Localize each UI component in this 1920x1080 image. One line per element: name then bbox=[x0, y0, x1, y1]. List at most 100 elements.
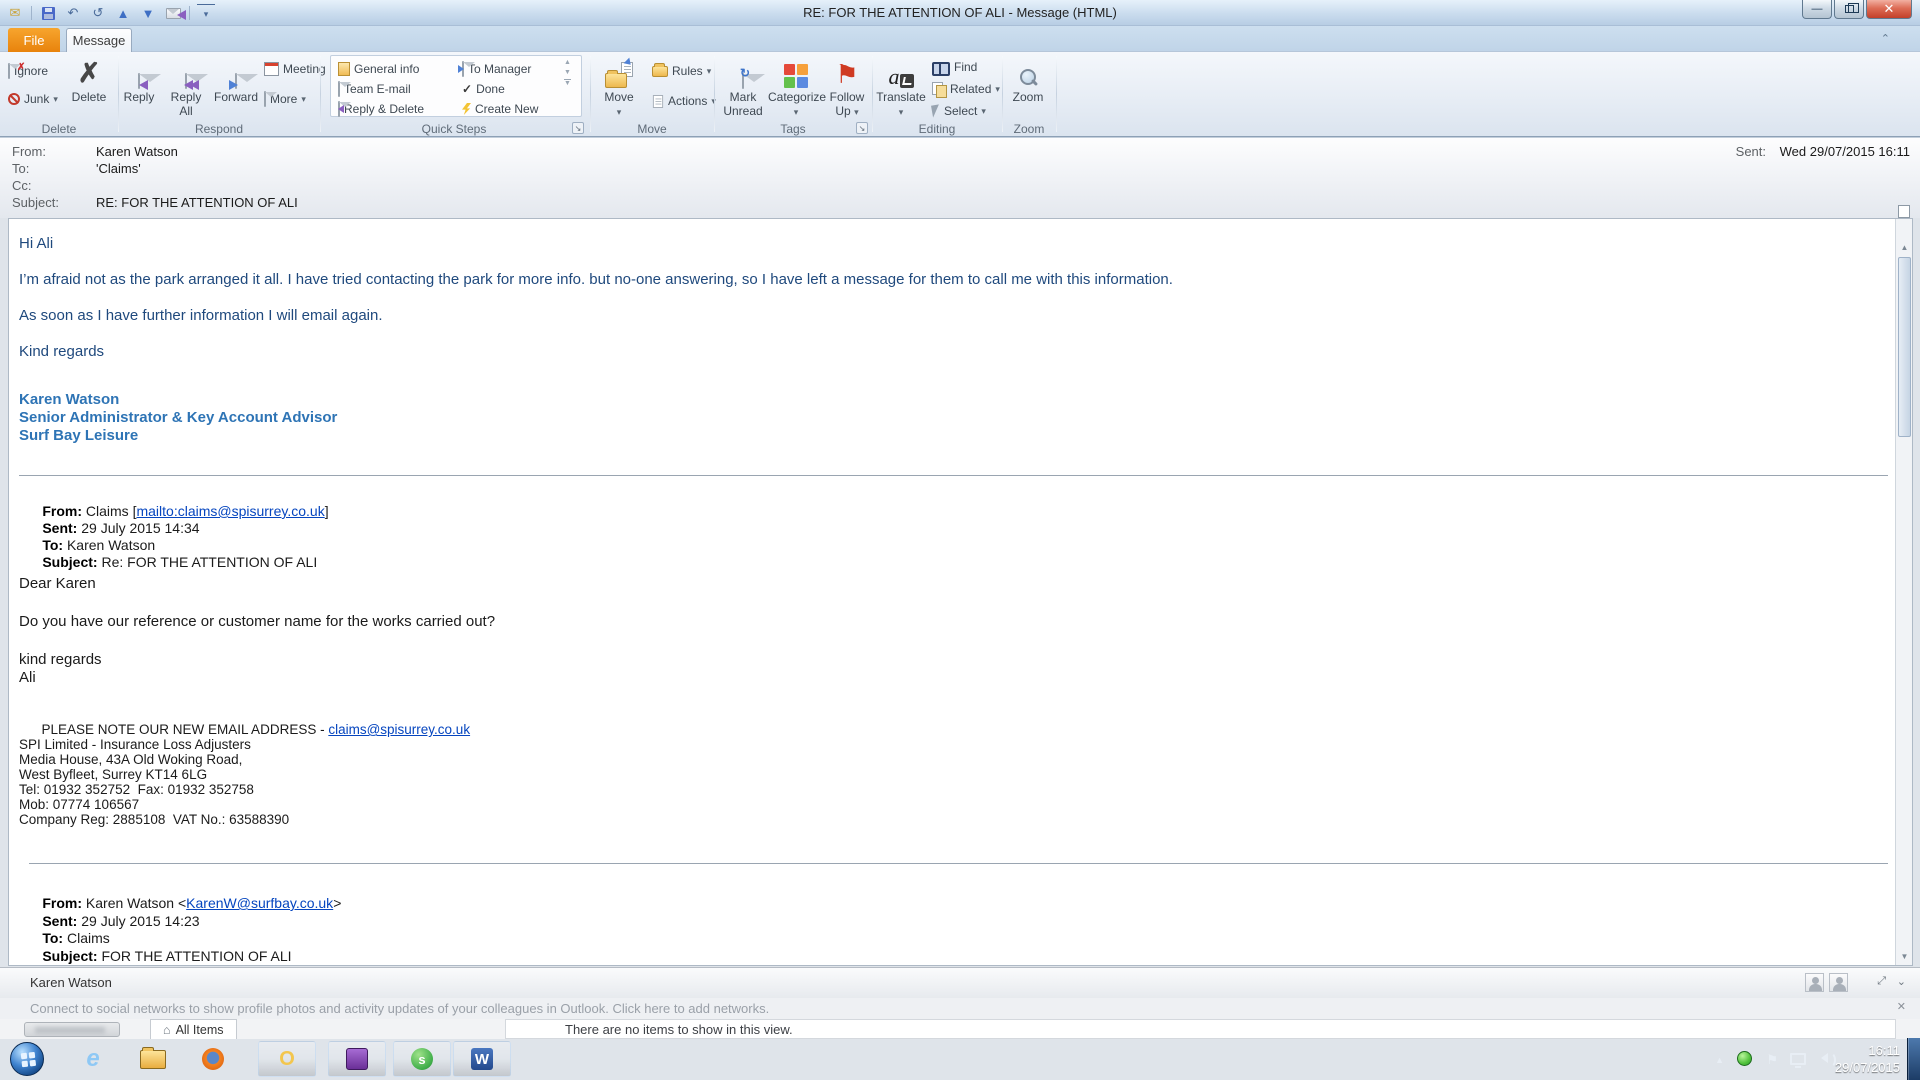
group-label-tags: Tags bbox=[714, 122, 872, 136]
company-line: Tel: 01932 352752 Fax: 01932 352758 bbox=[19, 782, 254, 797]
quoted-divider bbox=[29, 863, 1888, 864]
restore-button[interactable] bbox=[1834, 0, 1864, 19]
quick-steps-scroll[interactable]: ▲ ▼ ▼ bbox=[564, 59, 571, 87]
delete-button[interactable]: ✗ Delete bbox=[62, 54, 116, 120]
outlook-taskbar-button[interactable]: O bbox=[258, 1041, 316, 1077]
message-body: Hi Ali I’m afraid not as the park arrang… bbox=[8, 218, 1913, 966]
find-button[interactable]: Find bbox=[932, 58, 977, 76]
body-closing: Kind regards bbox=[19, 343, 104, 360]
avatar[interactable] bbox=[1805, 973, 1824, 992]
to-manager-icon bbox=[462, 62, 464, 76]
follow-up-button[interactable]: ⚑ FollowUp ▾ bbox=[824, 54, 870, 120]
title-bar: ✉ ↶ ↺ ▲ ▼ ▾ RE: FOR THE ATTENTION OF ALI… bbox=[0, 0, 1920, 26]
redacted-button[interactable] bbox=[24, 1022, 120, 1037]
from-value[interactable]: Karen Watson bbox=[96, 144, 178, 159]
avatar[interactable] bbox=[1829, 973, 1848, 992]
scroll-down-arrow-icon[interactable]: ▼ bbox=[1898, 952, 1911, 961]
explorer-folder-icon[interactable] bbox=[140, 1046, 166, 1072]
forward-icon bbox=[235, 74, 237, 88]
expand-pane-icon[interactable]: ⤢ bbox=[1877, 975, 1886, 988]
translate-button[interactable]: a Translate▾ bbox=[876, 54, 926, 120]
quick-step-reply-delete[interactable]: Reply & Delete bbox=[338, 100, 424, 118]
tray-overflow-icon[interactable]: ▲ bbox=[1715, 1055, 1724, 1065]
collapse-ribbon-icon[interactable]: ⌃ bbox=[1881, 32, 1890, 45]
minimize-button[interactable]: — bbox=[1802, 0, 1832, 19]
people-pane-header[interactable]: Karen Watson ⤢ ⌄ bbox=[0, 968, 1920, 998]
close-social-bar-icon[interactable]: ✕ bbox=[1897, 1000, 1906, 1013]
related-button[interactable]: Related▾ bbox=[932, 80, 1000, 98]
group-separator bbox=[872, 56, 873, 132]
more-icon bbox=[264, 92, 266, 106]
reply-button[interactable]: Reply bbox=[116, 54, 162, 120]
categorize-button[interactable]: Categorize▾ bbox=[768, 54, 824, 120]
meeting-button[interactable]: Meeting bbox=[264, 60, 326, 78]
scroll-more-icon[interactable]: ▼ bbox=[564, 79, 571, 87]
ignore-button[interactable]: ✗ Ignore bbox=[8, 62, 48, 80]
scrollbar-thumb[interactable] bbox=[1898, 257, 1911, 437]
quick-steps-dialog-launcher[interactable]: ↘ bbox=[572, 122, 584, 134]
start-button[interactable] bbox=[10, 1042, 44, 1076]
scroll-up-icon[interactable]: ▲ bbox=[564, 59, 571, 66]
actions-button[interactable]: Actions▾ bbox=[652, 92, 716, 110]
firefox-icon[interactable] bbox=[200, 1046, 226, 1072]
company-line: Mob: 07774 106567 bbox=[19, 797, 139, 812]
group-separator bbox=[714, 56, 715, 132]
tab-message[interactable]: Message bbox=[66, 28, 132, 52]
show-desktop-button[interactable] bbox=[1907, 1038, 1920, 1080]
rules-button[interactable]: Rules▾ bbox=[652, 62, 711, 80]
message-header-pane: From: Karen Watson To: 'Claims' Cc: Subj… bbox=[0, 137, 1920, 218]
action-center-flag-icon[interactable]: ⚑ bbox=[1766, 1052, 1778, 1068]
taskbar-clock[interactable]: 16:11 29/07/2015 bbox=[1835, 1042, 1900, 1076]
reading-pane-icon[interactable] bbox=[1898, 205, 1910, 218]
select-button[interactable]: Select▾ bbox=[932, 102, 986, 120]
categorize-icon bbox=[784, 64, 808, 88]
close-button[interactable]: ✕ bbox=[1866, 0, 1912, 19]
tags-dialog-launcher[interactable]: ↘ bbox=[856, 122, 868, 134]
tab-all-items[interactable]: ⌂ All Items bbox=[150, 1019, 237, 1039]
people-pane: Karen Watson ⤢ ⌄ Connect to social netwo… bbox=[0, 967, 1920, 1038]
vertical-scrollbar[interactable]: ▲ ▼ bbox=[1895, 219, 1912, 965]
group-separator bbox=[1056, 56, 1057, 132]
green-status-icon[interactable] bbox=[1737, 1051, 1752, 1066]
zoom-button[interactable]: Zoom bbox=[1004, 54, 1052, 120]
volume-icon[interactable] bbox=[1816, 1053, 1828, 1063]
new-address-link[interactable]: claims@spisurrey.co.uk bbox=[328, 722, 470, 737]
tab-file[interactable]: File bbox=[8, 28, 60, 52]
purple-app-icon bbox=[346, 1048, 368, 1070]
app-taskbar-button[interactable] bbox=[328, 1041, 386, 1077]
subject-value: RE: FOR THE ATTENTION OF ALI bbox=[96, 195, 298, 210]
done-check-icon: ✓ bbox=[462, 82, 472, 96]
quick-step-done[interactable]: ✓ Done bbox=[462, 80, 505, 98]
team-email-icon bbox=[338, 82, 340, 96]
quick-step-general-info[interactable]: General info bbox=[338, 60, 419, 78]
quick-step-team-email[interactable]: Team E-mail bbox=[338, 80, 411, 98]
add-networks-link[interactable]: Click here to add networks. bbox=[612, 1001, 769, 1016]
window-controls: — ✕ bbox=[1800, 0, 1912, 19]
junk-button[interactable]: Junk▾ bbox=[8, 90, 58, 108]
mark-unread-button[interactable]: ↻ MarkUnread bbox=[718, 54, 768, 120]
window-title: RE: FOR THE ATTENTION OF ALI - Message (… bbox=[0, 5, 1920, 20]
to-value[interactable]: 'Claims' bbox=[96, 161, 141, 176]
collapse-pane-icon[interactable]: ⌄ bbox=[1897, 975, 1906, 988]
forward-button[interactable]: Forward bbox=[210, 54, 262, 120]
move-button[interactable]: Move▾ bbox=[596, 54, 642, 120]
sent-line: Sent: Wed 29/07/2015 16:11 bbox=[1736, 144, 1910, 159]
network-icon[interactable] bbox=[1790, 1053, 1806, 1065]
scroll-up-arrow-icon[interactable]: ▲ bbox=[1898, 243, 1911, 252]
group-label-delete: Delete bbox=[0, 122, 118, 136]
quick-step-to-manager[interactable]: To Manager bbox=[462, 60, 531, 78]
sage-taskbar-button[interactable]: s bbox=[393, 1041, 451, 1077]
internet-explorer-icon[interactable]: e bbox=[80, 1046, 106, 1072]
social-connect-bar: Connect to social networks to show profi… bbox=[30, 1001, 769, 1016]
quoted1-question: Do you have our reference or customer na… bbox=[19, 613, 495, 630]
quoted2-from-link[interactable]: KarenW@surfbay.co.uk bbox=[186, 895, 333, 911]
zoom-magnifier-icon bbox=[1018, 68, 1038, 88]
group-separator bbox=[320, 56, 321, 132]
word-taskbar-button[interactable]: W bbox=[453, 1041, 511, 1077]
quick-step-create-new[interactable]: Create New bbox=[462, 100, 538, 118]
people-pane-tabs: ⌂ All Items There are no items to show i… bbox=[0, 1019, 1920, 1039]
more-button[interactable]: More▾ bbox=[264, 90, 306, 108]
meeting-icon bbox=[264, 62, 279, 76]
reply-all-button[interactable]: ReplyAll bbox=[163, 54, 209, 120]
scroll-down-icon[interactable]: ▼ bbox=[564, 69, 571, 76]
